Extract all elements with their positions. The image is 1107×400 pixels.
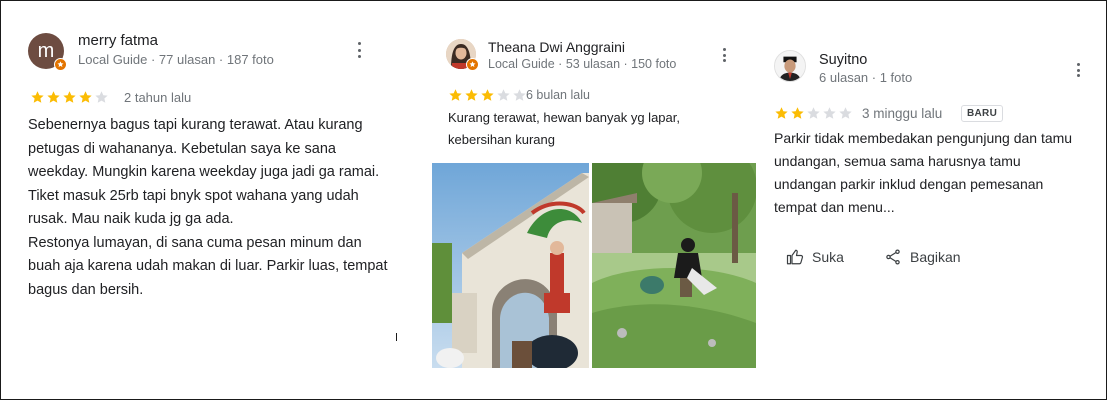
star-empty-icon — [95, 91, 108, 103]
park-entrance-photo[interactable] — [432, 163, 589, 368]
new-badge: BARU — [961, 105, 1004, 122]
share-button[interactable]: Bagikan — [884, 248, 961, 266]
review-card-3: Suyitno 6 ulasan · 1 foto 3 minggu lalu … — [756, 22, 1096, 322]
star-empty-icon — [497, 89, 510, 101]
review-time: 3 minggu lalu — [862, 106, 943, 121]
review-time: 6 bulan lalu — [526, 88, 590, 102]
more-options-icon[interactable] — [354, 42, 364, 58]
reviewer-meta: Local Guide · 53 ulasan · 150 foto — [488, 57, 677, 71]
reviewer-meta: Local Guide · 77 ulasan · 187 foto — [78, 52, 274, 67]
star-filled-icon — [791, 107, 804, 119]
star-filled-icon — [47, 91, 60, 103]
local-guide-badge-icon — [466, 58, 479, 71]
reviewer-name[interactable]: Suyitno — [819, 52, 867, 68]
star-filled-icon — [775, 107, 788, 119]
star-filled-icon — [449, 89, 462, 101]
star-filled-icon — [481, 89, 494, 101]
review-card-2: Theana Dwi Anggraini Local Guide · 53 ul… — [432, 20, 756, 370]
star-empty-icon — [839, 107, 852, 119]
share-label: Bagikan — [910, 249, 961, 265]
star-filled-icon — [465, 89, 478, 101]
avatar-photo — [774, 50, 806, 82]
review-text: Parkir tidak membedakan pengunjung dan t… — [774, 130, 1073, 215]
share-icon — [886, 249, 900, 265]
local-guide-badge-icon — [54, 58, 67, 71]
more-options-icon[interactable] — [1073, 63, 1083, 77]
review-time: 2 tahun lalu — [124, 90, 192, 105]
star-filled-icon — [79, 91, 92, 103]
reviewer-meta: 6 ulasan · 1 foto — [819, 70, 913, 85]
star-filled-icon — [31, 91, 44, 103]
like-label: Suka — [812, 249, 844, 265]
review-text: Sebenernya bagus tapi kurang terawat. At… — [28, 117, 388, 298]
like-button[interactable]: Suka — [786, 248, 844, 266]
divider-tick — [396, 333, 397, 341]
star-rating — [448, 88, 527, 103]
review-text: Kurang terawat, hewan banyak yg lapar, k… — [448, 110, 680, 147]
more-options-icon[interactable] — [719, 48, 729, 62]
star-empty-icon — [823, 107, 836, 119]
star-rating — [774, 106, 853, 121]
reviewer-avatar[interactable]: m — [28, 33, 67, 71]
garden-photo[interactable] — [592, 163, 756, 368]
reviewer-name[interactable]: Theana Dwi Anggraini — [488, 39, 625, 55]
review-card-1: m merry fatma Local Guide · 77 ulasan · … — [18, 20, 396, 340]
star-empty-icon — [513, 89, 526, 101]
star-filled-icon — [63, 91, 76, 103]
star-rating — [30, 90, 109, 105]
reviewer-name[interactable]: merry fatma — [78, 32, 158, 49]
thumbs-up-icon — [786, 249, 804, 265]
reviewer-avatar[interactable] — [446, 39, 479, 71]
reviewer-avatar[interactable] — [774, 50, 806, 82]
star-empty-icon — [807, 107, 820, 119]
